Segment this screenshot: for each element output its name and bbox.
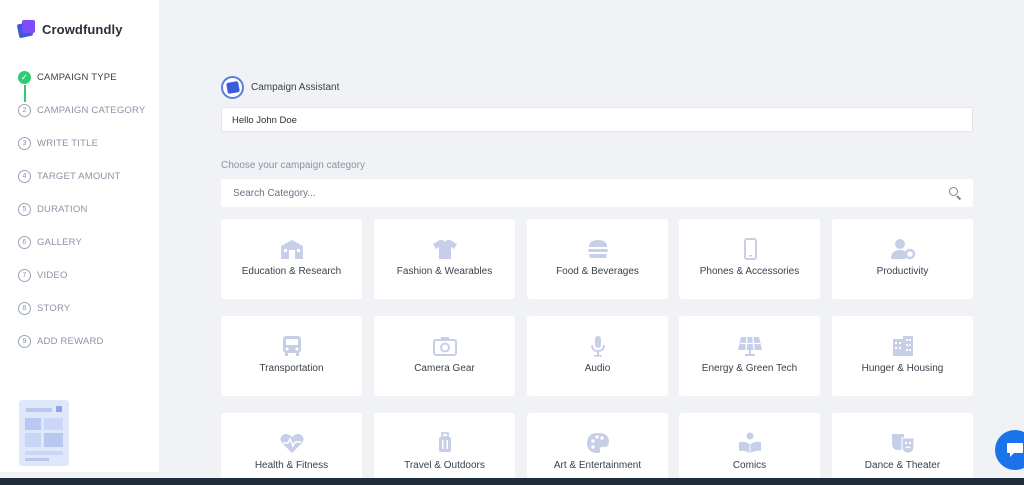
heartbeat-icon [280, 434, 303, 453]
step-add-reward[interactable]: 9 ADD REWARD [18, 334, 158, 367]
category-card-camera-gear[interactable]: Camera Gear [374, 316, 515, 396]
palette-icon [586, 433, 609, 453]
step-number: 5 [18, 203, 31, 216]
category-label: Camera Gear [414, 363, 475, 374]
phone-icon [743, 238, 757, 260]
category-card-audio[interactable]: Audio [527, 316, 668, 396]
step-label: STORY [37, 303, 71, 314]
step-number: 4 [18, 170, 31, 183]
step-label: GALLERY [37, 237, 83, 248]
step-label: VIDEO [37, 270, 68, 281]
sidebar: Crowdfundly ✓ CAMPAIGN TYPE 2 CAMPAIGN C… [0, 0, 159, 472]
category-label: Productivity [876, 266, 929, 277]
category-card-comics[interactable]: Comics [679, 413, 820, 485]
category-label: Dance & Theater [864, 460, 941, 471]
step-label: TARGET AMOUNT [37, 171, 121, 182]
step-gallery[interactable]: 6 GALLERY [18, 235, 158, 268]
check-icon: ✓ [18, 71, 31, 84]
category-label: Education & Research [241, 266, 342, 277]
category-card-productivity[interactable]: Productivity [832, 219, 973, 299]
step-label: DURATION [37, 204, 88, 215]
brand-logo-icon [16, 20, 36, 39]
step-number: 7 [18, 269, 31, 282]
theater-masks-icon [891, 434, 914, 454]
step-write-title[interactable]: 3 WRITE TITLE [18, 136, 158, 169]
category-prompt: Choose your campaign category [221, 160, 365, 171]
step-campaign-type[interactable]: ✓ CAMPAIGN TYPE [18, 70, 158, 103]
category-label: Comics [732, 460, 767, 471]
category-label: Phones & Accessories [699, 266, 800, 277]
category-card-hunger-housing[interactable]: Hunger & Housing [832, 316, 973, 396]
step-label: WRITE TITLE [37, 138, 99, 149]
step-list: ✓ CAMPAIGN TYPE 2 CAMPAIGN CATEGORY 3 WR… [18, 70, 158, 367]
step-number: 9 [18, 335, 31, 348]
category-card-health-fitness[interactable]: Health & Fitness [221, 413, 362, 485]
category-label: Audio [584, 363, 611, 374]
book-reader-icon [738, 432, 761, 453]
bus-icon [282, 336, 301, 356]
category-label: Health & Fitness [254, 460, 329, 471]
category-card-art-entertainment[interactable]: Art & Entertainment [527, 413, 668, 485]
step-campaign-category[interactable]: 2 CAMPAIGN CATEGORY [18, 103, 158, 136]
category-card-fashion-wearables[interactable]: Fashion & Wearables [374, 219, 515, 299]
chat-button[interactable] [995, 430, 1024, 470]
burger-icon [587, 240, 608, 258]
step-video[interactable]: 7 VIDEO [18, 268, 158, 301]
assistant-avatar [221, 76, 244, 99]
brand-name: Crowdfundly [42, 21, 123, 37]
category-label: Food & Beverages [556, 266, 639, 277]
assistant-header: Campaign Assistant [221, 76, 339, 99]
category-label: Energy & Green Tech [701, 363, 798, 374]
taskbar [0, 478, 1024, 485]
step-story[interactable]: 8 STORY [18, 301, 158, 334]
category-card-food-beverages[interactable]: Food & Beverages [527, 219, 668, 299]
category-search-input[interactable] [233, 187, 949, 199]
category-card-dance-theater[interactable]: Dance & Theater [832, 413, 973, 485]
category-label: Travel & Outdoors [404, 460, 485, 471]
user-gear-icon [890, 239, 915, 260]
step-number: 8 [18, 302, 31, 315]
category-card-phones-accessories[interactable]: Phones & Accessories [679, 219, 820, 299]
category-card-travel-outdoors[interactable]: Travel & Outdoors [374, 413, 515, 485]
step-target-amount[interactable]: 4 TARGET AMOUNT [18, 169, 158, 202]
step-label: CAMPAIGN CATEGORY [37, 105, 146, 116]
step-number: 2 [18, 104, 31, 117]
search-icon[interactable] [949, 187, 962, 201]
step-number: 6 [18, 236, 31, 249]
assistant-title: Campaign Assistant [251, 82, 340, 93]
category-card-transportation[interactable]: Transportation [221, 316, 362, 396]
category-card-energy-green-tech[interactable]: Energy & Green Tech [679, 316, 820, 396]
category-search [221, 179, 973, 207]
building-icon [892, 336, 913, 356]
category-label: Transportation [259, 363, 324, 374]
step-duration[interactable]: 5 DURATION [18, 202, 158, 235]
assistant-message: Hello John Doe [221, 107, 973, 132]
document-illustration-icon [19, 400, 69, 466]
luggage-icon [438, 432, 451, 452]
tshirt-icon [432, 240, 457, 259]
solar-panel-icon [737, 336, 762, 356]
step-number: 3 [18, 137, 31, 150]
microphone-icon [590, 336, 605, 357]
step-connector [24, 85, 26, 102]
step-label: CAMPAIGN TYPE [37, 72, 117, 83]
school-icon [280, 240, 303, 259]
step-label: ADD REWARD [37, 336, 104, 347]
brand[interactable]: Crowdfundly [16, 20, 123, 39]
category-label: Hunger & Housing [861, 363, 944, 374]
category-label: Art & Entertainment [553, 460, 642, 471]
chat-bubble-icon [1007, 443, 1023, 457]
category-label: Fashion & Wearables [396, 266, 493, 277]
camera-icon [432, 337, 457, 356]
category-card-education-research[interactable]: Education & Research [221, 219, 362, 299]
